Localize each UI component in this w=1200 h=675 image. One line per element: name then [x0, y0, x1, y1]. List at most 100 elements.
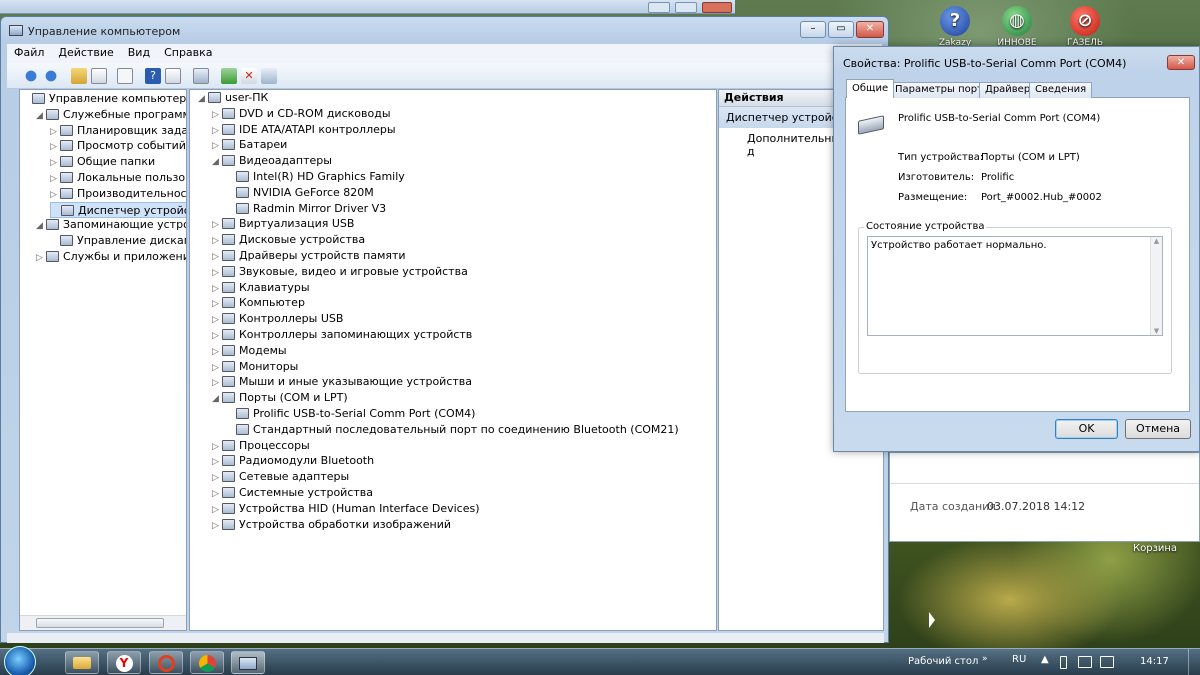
device-tree-item[interactable]: ▷ Компьютер	[212, 295, 305, 311]
device-tree-item[interactable]: ▷ Виртуализация USB	[212, 216, 354, 232]
device-status-textbox[interactable]: Устройство работает нормально. ▲ ▼	[867, 236, 1163, 336]
expand-arrow-icon[interactable]: ▷	[50, 139, 60, 155]
device-tree-item[interactable]: ▷ DVD и CD-ROM дисководы	[212, 106, 391, 122]
expand-arrow-icon[interactable]: ▷	[212, 265, 222, 281]
tab-driver[interactable]: Драйвер	[979, 82, 1037, 98]
desktop-icon-browser[interactable]: ◍ ИННОВЕ	[982, 6, 1052, 48]
console-tree-item[interactable]: ▷ Службы и приложения	[36, 249, 186, 266]
taskbar-app-red[interactable]	[149, 651, 183, 674]
expand-arrow-icon[interactable]: ▷	[36, 250, 46, 266]
console-tree-item[interactable]: ▷ Производительность	[50, 186, 186, 203]
expand-arrow-icon[interactable]: ▷	[50, 171, 60, 187]
expand-arrow-icon[interactable]: ▷	[212, 312, 222, 328]
device-tree-item[interactable]: ▷ Мониторы	[212, 359, 298, 375]
update-driver-icon[interactable]	[221, 68, 237, 84]
disable-device-icon[interactable]	[261, 68, 277, 84]
maximize-button[interactable]: ▭	[828, 21, 854, 38]
status-scrollbar[interactable]: ▲ ▼	[1150, 237, 1162, 335]
device-tree-item[interactable]: ▷ IDE ATA/ATAPI контроллеры	[212, 122, 396, 138]
background-window-minimize[interactable]	[648, 2, 670, 13]
collapse-arrow-icon[interactable]: ◢	[212, 391, 222, 407]
device-tree-item[interactable]: Radmin Mirror Driver V3	[226, 201, 386, 217]
collapse-arrow-icon[interactable]: ◢	[36, 108, 46, 124]
device-tree-item[interactable]: NVIDIA GeForce 820M	[226, 185, 374, 201]
device-tree-item[interactable]: Prolific USB-to-Serial Comm Port (COM4)	[226, 406, 475, 422]
device-tree-item[interactable]: ▷ Процессоры	[212, 438, 310, 454]
expand-arrow-icon[interactable]: ▷	[212, 360, 222, 376]
expand-arrow-icon[interactable]: ▷	[212, 328, 222, 344]
cancel-button[interactable]: Отмена	[1125, 419, 1191, 439]
device-tree-item[interactable]: ▷ Мыши и иные указывающие устройства	[212, 374, 472, 390]
expand-arrow-icon[interactable]: ▷	[50, 187, 60, 203]
device-tree-item[interactable]: ◢ Видеоадаптеры	[212, 153, 332, 169]
expand-arrow-icon[interactable]: ▷	[50, 124, 60, 140]
show-hide-action-pane-icon[interactable]	[165, 68, 181, 84]
properties-icon[interactable]	[117, 68, 133, 84]
device-tree-item[interactable]: ▷ Устройства обработки изображений	[212, 517, 451, 533]
expand-arrow-icon[interactable]: ▷	[50, 155, 60, 171]
show-hide-tree-icon[interactable]	[91, 68, 107, 84]
taskbar-explorer[interactable]	[65, 651, 99, 674]
expand-arrow-icon[interactable]: ▷	[212, 344, 222, 360]
collapse-arrow-icon[interactable]: ◢	[198, 91, 208, 107]
tab-general[interactable]: Общие	[846, 79, 895, 98]
device-tree-item[interactable]: ◢ Порты (COM и LPT)	[212, 390, 348, 406]
device-tree-item[interactable]: Стандартный последовательный порт по сое…	[226, 422, 679, 438]
background-window-maximize[interactable]	[675, 2, 697, 13]
clock[interactable]: 14:17	[1140, 656, 1169, 667]
expand-arrow-icon[interactable]: ▷	[212, 233, 222, 249]
console-tree-item[interactable]: ◢ Служебные программы	[36, 107, 186, 124]
device-tree-item[interactable]: ▷ Клавиатуры	[212, 280, 310, 296]
menu-view[interactable]: Вид	[121, 44, 157, 63]
show-hidden-icons-icon[interactable]: ▲	[1041, 654, 1049, 665]
desktop-icon-help[interactable]: ? Zakazy	[920, 6, 990, 48]
device-tree-item[interactable]: ▷ Звуковые, видео и игровые устройства	[212, 264, 468, 280]
desktop-icon-stop[interactable]: ⊘ ГАЗЕЛЬ	[1050, 6, 1120, 48]
expand-arrow-icon[interactable]: ▷	[212, 249, 222, 265]
dialog-close-button[interactable]: ✕	[1167, 55, 1195, 70]
device-tree-item[interactable]: ◢ user-ПК	[198, 90, 268, 106]
console-tree-item[interactable]: Управление дисками	[50, 233, 186, 249]
menu-help[interactable]: Справка	[157, 44, 219, 63]
uninstall-device-icon[interactable]: ✕	[241, 68, 257, 84]
expand-arrow-icon[interactable]: ▷	[212, 281, 222, 297]
menu-action[interactable]: Действие	[51, 44, 120, 63]
device-tree-item[interactable]: ▷ Системные устройства	[212, 485, 373, 501]
device-tree-item[interactable]: ▷ Сетевые адаптеры	[212, 469, 349, 485]
expand-arrow-icon[interactable]: ▷	[212, 296, 222, 312]
tab-details[interactable]: Сведения	[1029, 82, 1093, 98]
expand-arrow-icon[interactable]: ▷	[212, 518, 222, 534]
back-arrow-icon[interactable]	[23, 68, 39, 84]
ok-button[interactable]: OK	[1055, 419, 1118, 439]
device-tree-item[interactable]: ▷ Батареи	[212, 137, 287, 153]
console-tree-item[interactable]: ▷ Общие папки	[50, 154, 155, 170]
console-tree-item[interactable]: Управление компьютером (л	[22, 91, 186, 107]
expand-arrow-icon[interactable]: ▷	[212, 439, 222, 455]
console-tree-item[interactable]: ▷ Планировщик заданий	[50, 123, 186, 140]
menu-file[interactable]: Файл	[7, 44, 51, 63]
battery-icon[interactable]	[1060, 656, 1067, 669]
close-button[interactable]: ✕	[856, 21, 884, 38]
network-icon[interactable]	[1078, 656, 1092, 668]
background-window-close[interactable]	[702, 2, 732, 13]
expand-arrow-icon[interactable]: ▷	[212, 138, 222, 154]
device-tree-item[interactable]: ▷ Устройства HID (Human Interface Devices…	[212, 501, 480, 517]
minimize-button[interactable]: –	[800, 21, 826, 38]
start-button[interactable]	[4, 646, 36, 675]
forward-arrow-icon[interactable]	[43, 68, 59, 84]
console-tree-item[interactable]: ◢ Запоминающие устройст	[36, 217, 186, 233]
device-tree-item[interactable]: ▷ Модемы	[212, 343, 287, 359]
desktop-toolbar-label[interactable]: Рабочий стол	[908, 656, 978, 667]
desktop-toolbar-chevron-icon[interactable]: »	[982, 654, 988, 664]
recycle-bin-label[interactable]: Корзина	[1133, 543, 1177, 554]
hscroll-thumb[interactable]	[36, 618, 164, 628]
device-tree-item[interactable]: ▷ Дисковые устройства	[212, 232, 365, 248]
taskbar-computer-management[interactable]	[231, 651, 265, 674]
up-folder-icon[interactable]	[71, 68, 87, 84]
expand-arrow-icon[interactable]: ▷	[212, 123, 222, 139]
expand-arrow-icon[interactable]: ▷	[212, 486, 222, 502]
show-desktop-button[interactable]	[1188, 649, 1200, 675]
taskbar-yandex[interactable]: Y	[107, 651, 141, 674]
device-tree-item[interactable]: ▷ Драйверы устройств памяти	[212, 248, 406, 264]
scan-hardware-icon[interactable]	[193, 68, 209, 84]
